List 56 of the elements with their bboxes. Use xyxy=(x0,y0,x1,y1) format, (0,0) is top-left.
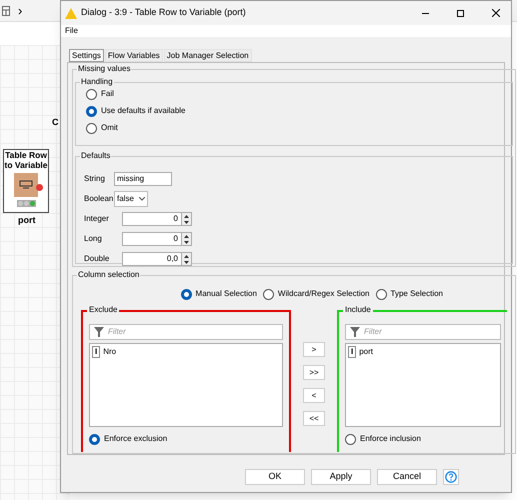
spinner-arrows-icon xyxy=(184,234,189,244)
field-label: Integer xyxy=(84,213,110,225)
number-spinner[interactable]: 0,0 xyxy=(122,252,192,266)
column-list[interactable]: I Nro xyxy=(89,343,283,427)
radio-option[interactable]: Fail xyxy=(86,88,502,100)
radio-option[interactable]: Type Selection xyxy=(376,288,443,300)
radio-option[interactable]: Manual Selection xyxy=(180,288,257,300)
dialog-button[interactable]: Cancel xyxy=(377,469,437,485)
list-item[interactable]: Nro xyxy=(103,346,116,358)
menu-item[interactable]: File xyxy=(65,25,78,37)
radio-option[interactable]: Enforce inclusion xyxy=(345,433,501,445)
filter-icon xyxy=(350,327,360,337)
type-badge: I xyxy=(92,346,100,358)
spinner-arrows-icon xyxy=(184,254,189,264)
move-button[interactable]: << xyxy=(303,411,325,426)
radio-option[interactable]: Omit xyxy=(86,122,502,134)
number-spinner[interactable]: 0 xyxy=(122,232,192,246)
radio-option[interactable]: Use defaults if available xyxy=(86,105,502,117)
window-title: Dialog - 3:9 - Table Row to Variable (port) xyxy=(81,6,247,20)
move-button[interactable]: < xyxy=(303,388,325,403)
text-field[interactable]: missing xyxy=(114,172,172,186)
node-label: C xyxy=(52,116,58,129)
move-button[interactable]: >> xyxy=(303,365,325,380)
filter-icon xyxy=(94,327,104,337)
spinner-arrows-icon xyxy=(184,214,189,224)
type-badge: I xyxy=(348,346,356,358)
radio-option[interactable]: Wildcard/Regex Selection xyxy=(262,288,370,300)
field-label: Long xyxy=(84,233,103,245)
list-item[interactable]: port xyxy=(359,346,374,358)
group-title: Handling xyxy=(80,76,114,88)
move-button[interactable]: > xyxy=(303,342,325,357)
tab[interactable]: Flow Variables xyxy=(104,49,163,62)
column-list[interactable]: I port xyxy=(345,343,501,427)
help-icon xyxy=(445,471,457,483)
layout-icon[interactable] xyxy=(2,6,10,16)
tab[interactable]: Job Manager Selection xyxy=(164,49,252,62)
number-spinner[interactable]: 0 xyxy=(122,212,192,226)
dropdown[interactable]: false xyxy=(114,191,148,207)
node-name: port xyxy=(18,214,36,227)
field-label: Boolean xyxy=(84,193,114,205)
node-icon xyxy=(14,173,38,197)
chevron-icon xyxy=(139,197,145,201)
chevron-button[interactable]: › xyxy=(18,4,22,17)
group-title: Missing values xyxy=(77,63,132,75)
dialog-button[interactable]: OK xyxy=(245,469,305,485)
field-label: String xyxy=(84,173,106,185)
help-button[interactable] xyxy=(443,469,459,485)
dialog-button[interactable]: Apply xyxy=(311,469,371,485)
field-label: Double xyxy=(84,253,110,265)
node-title: Table Row xyxy=(5,150,47,160)
tab[interactable]: Settings xyxy=(69,49,104,62)
radio-option[interactable]: Enforce exclusion xyxy=(89,433,283,445)
workflow-node[interactable]: Table Row to Variable xyxy=(3,149,49,213)
warning-icon xyxy=(65,8,77,18)
close-icon xyxy=(492,9,500,17)
node-title: to Variable xyxy=(4,160,48,170)
